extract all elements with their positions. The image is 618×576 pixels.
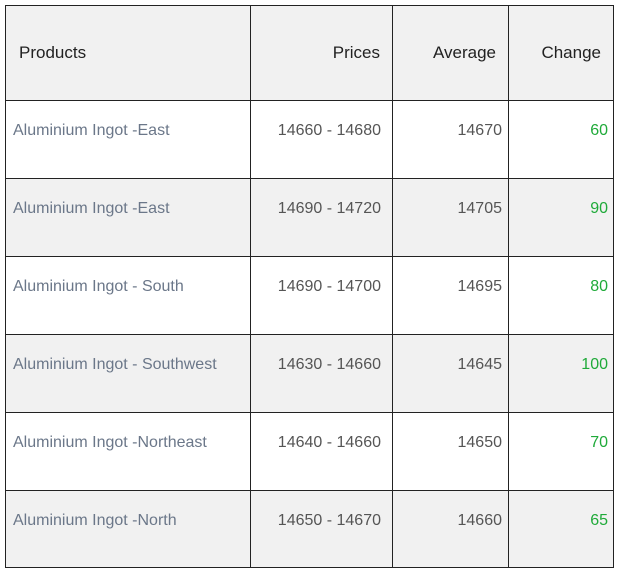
prices-cell: 14690 - 14700 [250,256,393,335]
average-cell: 14705 [392,178,509,257]
table-header: Products Prices Average Change [5,5,614,101]
prices-cell: 14690 - 14720 [250,178,393,257]
header-row: Products Prices Average Change [5,5,614,101]
product-cell[interactable]: Aluminium Ingot - South [5,256,251,335]
change-cell: 90 [508,178,614,257]
header-products: Products [5,5,251,101]
product-cell[interactable]: Aluminium Ingot -Northeast [5,412,251,491]
header-prices: Prices [250,5,393,101]
header-average: Average [392,5,509,101]
prices-cell: 14660 - 14680 [250,100,393,179]
header-change: Change [508,5,614,101]
prices-cell: 14640 - 14660 [250,412,393,491]
product-cell[interactable]: Aluminium Ingot -East [5,178,251,257]
average-cell: 14645 [392,334,509,413]
table-row: Aluminium Ingot -East 14690 - 14720 1470… [5,178,614,257]
price-table: Products Prices Average Change Aluminium… [5,5,614,568]
prices-cell: 14650 - 14670 [250,490,393,568]
change-cell: 80 [508,256,614,335]
change-cell: 70 [508,412,614,491]
product-cell[interactable]: Aluminium Ingot - Southwest [5,334,251,413]
price-table-container: Products Prices Average Change Aluminium… [5,5,614,568]
product-cell[interactable]: Aluminium Ingot -East [5,100,251,179]
average-cell: 14650 [392,412,509,491]
table-row: Aluminium Ingot - Southwest 14630 - 1466… [5,334,614,413]
average-cell: 14695 [392,256,509,335]
table-body: Aluminium Ingot -East 14660 - 14680 1467… [5,100,614,568]
prices-cell: 14630 - 14660 [250,334,393,413]
product-cell[interactable]: Aluminium Ingot -North [5,490,251,568]
change-cell: 60 [508,100,614,179]
average-cell: 14670 [392,100,509,179]
table-row: Aluminium Ingot -Northeast 14640 - 14660… [5,412,614,491]
table-row: Aluminium Ingot - South 14690 - 14700 14… [5,256,614,335]
table-row: Aluminium Ingot -East 14660 - 14680 1467… [5,100,614,179]
change-cell: 100 [508,334,614,413]
average-cell: 14660 [392,490,509,568]
change-cell: 65 [508,490,614,568]
table-row: Aluminium Ingot -North 14650 - 14670 146… [5,490,614,568]
